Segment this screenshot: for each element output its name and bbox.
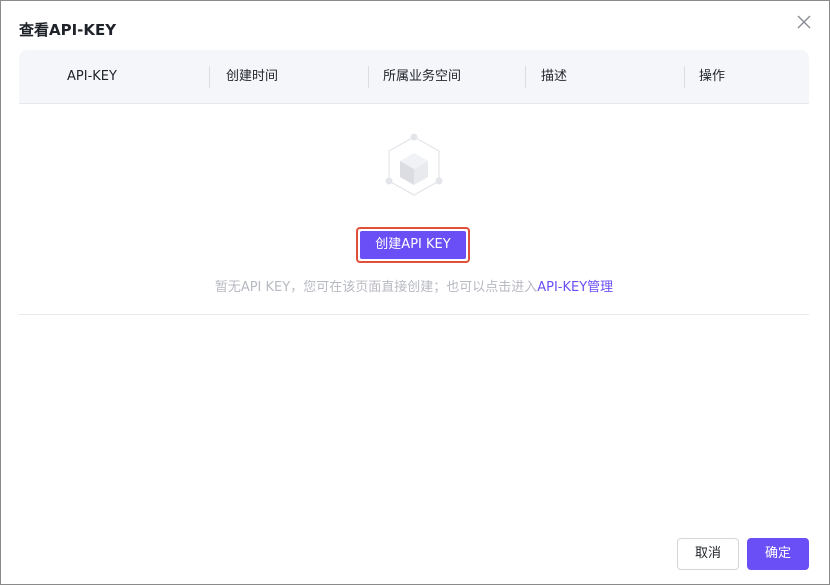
create-api-key-label: 创建API KEY [360,231,466,259]
empty-state: 创建API KEY 暂无API KEY，您可在该页面直接创建；也可以点击进入AP… [19,104,809,315]
empty-box-icon [379,131,449,201]
empty-message-text: 暂无API KEY，您可在该页面直接创建；也可以点击进入 [214,280,538,295]
column-separator [209,66,210,88]
column-separator [368,66,369,88]
column-header-created-time: 创建时间 [226,69,279,84]
cancel-button[interactable]: 取消 [677,538,739,570]
column-separator [525,66,526,88]
create-api-key-button[interactable]: 创建API KEY [356,227,470,263]
empty-message: 暂无API KEY，您可在该页面直接创建；也可以点击进入API-KEY管理 [19,279,809,297]
close-icon[interactable] [795,13,813,31]
column-separator [684,66,685,88]
column-header-api-key: API-KEY [67,69,117,84]
column-header-workspace: 所属业务空间 [383,69,462,84]
column-header-actions: 操作 [699,69,726,84]
table-header: API-KEY 创建时间 所属业务空间 描述 操作 [19,50,809,104]
confirm-button[interactable]: 确定 [747,538,809,570]
column-header-description: 描述 [541,69,568,84]
api-key-management-link[interactable]: API-KEY管理 [537,280,613,295]
dialog-title: 查看API-KEY [19,21,117,39]
api-key-dialog: 查看API-KEY API-KEY 创建时间 所属业务空间 描述 操作 创建AP… [0,0,830,585]
